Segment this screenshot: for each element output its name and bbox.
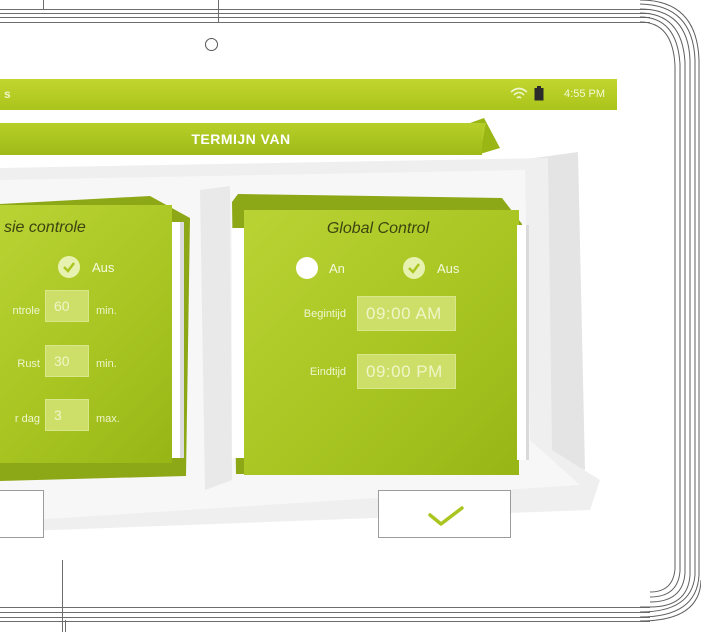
battery-icon <box>534 86 544 101</box>
right-card-left-edge <box>232 228 244 458</box>
begin-time-label: Begintijd <box>303 308 346 320</box>
checkmark-icon <box>428 506 464 526</box>
off-radio[interactable] <box>403 257 425 279</box>
rest-field[interactable]: 30 <box>45 345 89 377</box>
per-day-field[interactable]: 3 <box>45 399 89 431</box>
check-icon <box>408 263 420 274</box>
status-bar-label: s <box>4 87 11 101</box>
on-radio[interactable] <box>296 257 318 279</box>
frame-corner <box>640 0 701 622</box>
check-icon <box>63 262 75 273</box>
unit-label: max. <box>96 413 120 425</box>
right-card-right-edge <box>517 225 529 460</box>
status-time: 4:55 PM <box>564 88 605 100</box>
end-time-field[interactable]: 09:00 PM <box>357 354 456 389</box>
right-card-title: Global Control <box>326 220 430 237</box>
wifi-icon <box>510 87 528 99</box>
left-off-radio[interactable] <box>58 256 80 278</box>
unit-label: min. <box>96 358 117 370</box>
confirm-button[interactable] <box>378 490 511 538</box>
begin-time-field[interactable]: 09:00 AM <box>357 296 456 331</box>
end-time-label: Eindtijd <box>309 366 346 378</box>
back-button[interactable] <box>0 490 44 538</box>
left-card-edge <box>172 222 184 458</box>
pause-control-field[interactable]: 60 <box>45 290 89 322</box>
camera-icon <box>205 38 218 51</box>
left-off-label: Aus <box>92 260 115 275</box>
left-card-title: sie controle <box>4 219 86 236</box>
unit-label: min. <box>96 305 117 317</box>
row-label: r dag <box>14 413 40 425</box>
off-label: Aus <box>437 261 460 276</box>
on-label: An <box>329 261 345 276</box>
row-label: Rust <box>17 358 40 370</box>
row-label: ntrole <box>12 305 40 317</box>
